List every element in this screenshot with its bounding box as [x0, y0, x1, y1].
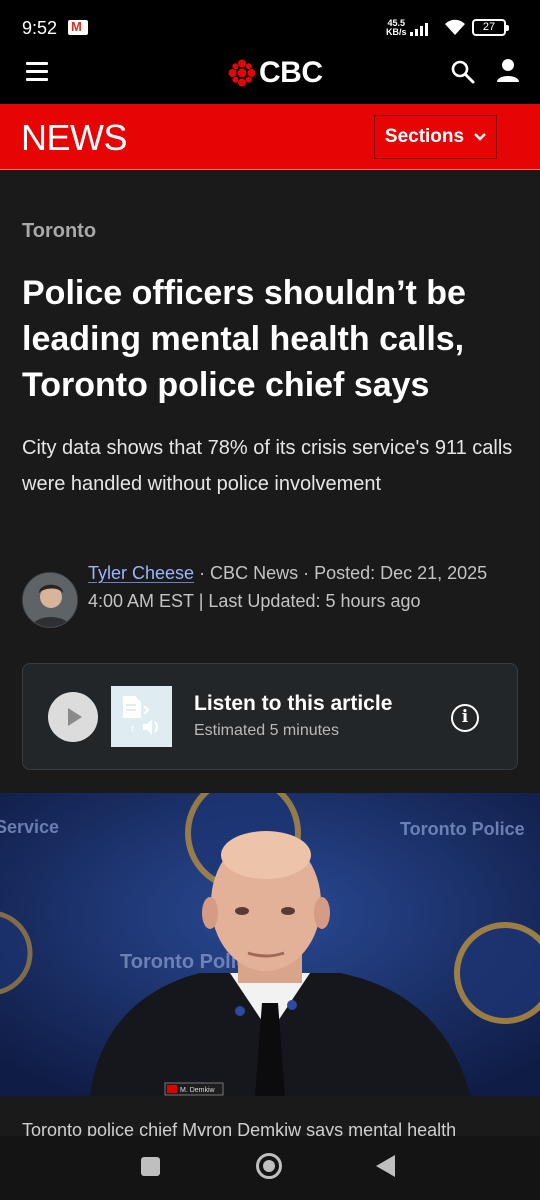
article-headline: Police officers shouldn’t be leading men… [22, 274, 466, 404]
menu-icon[interactable] [26, 62, 50, 86]
search-icon[interactable] [450, 59, 476, 85]
play-icon[interactable] [48, 692, 98, 742]
name-badge-text: M. Demkiw [180, 1087, 216, 1094]
chevron-down-icon [474, 130, 486, 144]
backdrop-text-left: Service [0, 817, 59, 837]
signal-icon [410, 23, 428, 36]
listen-title: Listen to this article [194, 692, 393, 715]
backdrop-text-right: Toronto Police [400, 819, 525, 839]
network-speed: 45.5 KB/s [386, 18, 407, 37]
author-link[interactable]: Tyler Cheese [88, 563, 194, 583]
news-section-bar: NEWS Sections [0, 104, 540, 170]
cbc-gem-icon [228, 59, 256, 87]
listen-duration: Estimated 5 minutes [194, 722, 339, 739]
battery-icon: 27 [472, 19, 509, 36]
app-header: CBC [0, 46, 540, 104]
info-icon[interactable]: i [451, 704, 479, 732]
status-bar: 9:52 M 45.5 KB/s 27 [0, 0, 540, 46]
recents-button[interactable] [141, 1157, 160, 1176]
svg-text:t: t [131, 725, 135, 735]
author-avatar[interactable] [22, 572, 78, 628]
system-nav-bar [0, 1136, 540, 1200]
sections-button[interactable]: Sections [374, 115, 497, 159]
article-category[interactable]: Toronto [22, 220, 96, 243]
gmail-icon: M [68, 19, 88, 35]
article-byline: Tyler Cheese · CBC News · Posted: Dec 21… [88, 560, 508, 615]
wifi-icon [445, 19, 465, 35]
article-dek: City data shows that 78% of its crisis s… [22, 437, 513, 495]
sections-label: Sections [384, 126, 465, 147]
user-icon[interactable] [496, 58, 520, 84]
news-label[interactable]: NEWS [21, 117, 128, 159]
home-button[interactable] [256, 1153, 282, 1179]
listen-to-article-card: t Listen to this article Estimated 5 min… [22, 663, 518, 770]
article-hero-image[interactable]: Service Toronto Police Toronto Police M.… [0, 793, 540, 1096]
back-button[interactable] [376, 1155, 395, 1177]
text-to-speech-icon: t [111, 686, 172, 747]
cbc-logo[interactable]: CBC [228, 56, 323, 90]
status-time: 9:52 [22, 18, 58, 38]
cbc-wordmark: CBC [259, 56, 323, 89]
